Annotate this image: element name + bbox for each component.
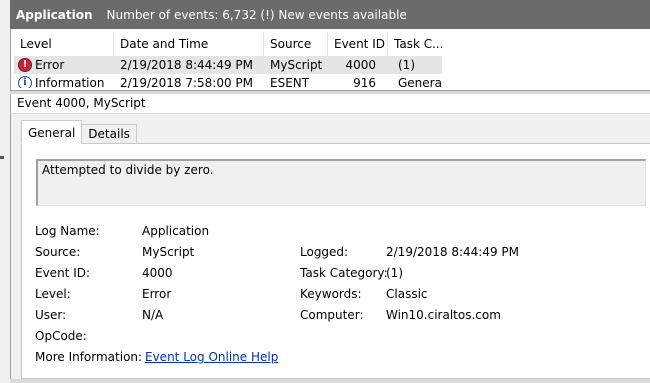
bottom-edge xyxy=(10,379,650,383)
tab-general[interactable]: General xyxy=(21,120,83,144)
logged-label: Logged: xyxy=(300,245,349,259)
opcode-label: OpCode: xyxy=(35,329,87,343)
event-count-notice: Number of events: 6,732 (!) New events a… xyxy=(106,7,407,22)
keywords-label: Keywords: xyxy=(300,287,362,301)
logged-value[interactable]: 2/19/2018 8:44:49 PM xyxy=(386,244,519,260)
column-header-source[interactable]: Source xyxy=(264,32,328,56)
user-label: User: xyxy=(35,308,67,322)
detail-tabs: General Details xyxy=(21,120,137,144)
task-category-label: Task Category: xyxy=(300,266,388,280)
log-title-bar: Application Number of events: 6,732 (!) … xyxy=(10,0,650,29)
event-source-cell: MyScript xyxy=(270,58,323,72)
event-level-text: Error xyxy=(35,58,65,72)
level-value[interactable]: Error xyxy=(142,286,171,302)
column-header-date-time[interactable]: Date and Time xyxy=(114,32,264,56)
event-level-cell: ! Error xyxy=(14,56,114,74)
log-name-title: Application xyxy=(16,7,93,22)
event-row-selected[interactable]: ! Error 2/19/2018 8:44:49 PM MyScript 40… xyxy=(14,56,442,74)
left-pane-edge xyxy=(0,0,10,383)
source-label: Source: xyxy=(35,245,81,259)
event-detail-pane: General Details Attempted to divide by z… xyxy=(10,114,650,383)
computer-label: Computer: xyxy=(300,308,364,322)
event-id-label: Event ID: xyxy=(35,266,91,280)
log-name-value[interactable]: Application xyxy=(142,223,209,239)
task-category-value[interactable]: (1) xyxy=(386,265,403,281)
keywords-value[interactable]: Classic xyxy=(386,286,428,302)
column-header-level[interactable]: Level xyxy=(14,32,114,56)
column-header-task-category[interactable]: Task C... xyxy=(388,32,442,56)
event-id-cell: 4000 xyxy=(345,58,376,72)
level-label: Level: xyxy=(35,287,71,301)
event-description-box[interactable]: Attempted to divide by zero. xyxy=(36,159,646,206)
column-header-event-id[interactable]: Event ID xyxy=(328,32,388,56)
error-icon: ! xyxy=(18,58,32,72)
event-task-cell: (1) xyxy=(398,58,415,72)
event-log-online-help-link[interactable]: Event Log Online Help xyxy=(145,349,278,365)
event-list[interactable]: Level Date and Time Source Event ID Task… xyxy=(10,29,650,91)
more-information-label: More Information: xyxy=(35,350,143,364)
event-date-cell: 2/19/2018 8:44:49 PM xyxy=(120,58,254,72)
user-value[interactable]: N/A xyxy=(142,307,163,323)
general-tab-panel: Attempted to divide by zero. Log Name: A… xyxy=(21,143,650,379)
pane-marker xyxy=(0,156,4,159)
computer-value[interactable]: Win10.ciraltos.com xyxy=(386,307,501,323)
event-detail-title: Event 4000, MyScript xyxy=(10,94,650,114)
tab-details[interactable]: Details xyxy=(82,124,137,144)
log-name-label: Log Name: xyxy=(35,224,100,238)
source-value[interactable]: MyScript xyxy=(142,244,194,260)
event-id-value[interactable]: 4000 xyxy=(142,265,173,281)
event-list-header: Level Date and Time Source Event ID Task… xyxy=(14,32,442,56)
